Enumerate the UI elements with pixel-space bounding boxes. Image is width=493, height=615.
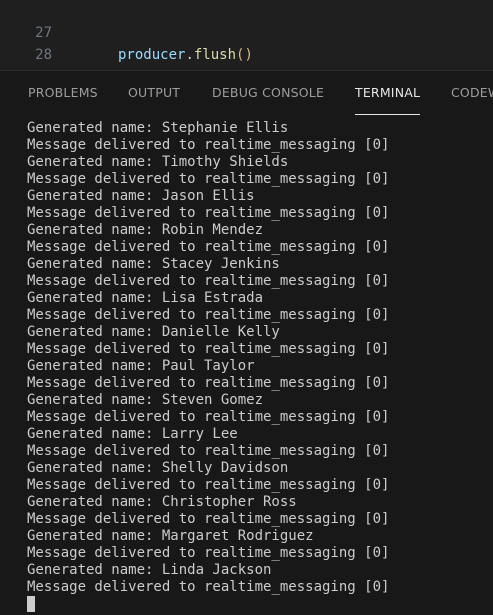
terminal-line: Generated name: Jason Ellis [27,188,255,204]
terminal-line: Generated name: Christopher Ross [27,494,297,510]
code-editor[interactable]: 27 producer.flush() 28 time.sleep(1) [0,0,493,85]
terminal-line: Generated name: Danielle Kelly [27,324,280,340]
code-line[interactable]: 27 producer.flush() [0,0,493,63]
terminal-line: Generated name: Robin Mendez [27,222,264,238]
terminal-line: Generated name: Stephanie Ellis [27,120,289,136]
terminal-line: Generated name: Shelly Davidson [27,460,289,476]
terminal-line: Generated name: Stacey Jenkins [27,256,280,272]
terminal-line: Message delivered to realtime_messaging … [27,239,390,255]
terminal-line: Message delivered to realtime_messaging … [27,205,390,221]
tab-debug-console[interactable]: DEBUG CONSOLE [212,85,324,115]
terminal-output[interactable]: Generated name: Stephanie Ellis Message … [27,120,493,613]
terminal-line: Generated name: Steven Gomez [27,392,264,408]
terminal-line: Message delivered to realtime_messaging … [27,477,390,493]
terminal-line: Message delivered to realtime_messaging … [27,341,390,357]
code-text[interactable]: producer.flush() [118,44,253,66]
terminal-line: Generated name: Larry Lee [27,426,238,442]
terminal-line: Message delivered to realtime_messaging … [27,545,390,561]
terminal-line: Message delivered to realtime_messaging … [27,307,390,323]
code-line[interactable]: 28 time.sleep(1) [0,22,493,85]
terminal-line: Message delivered to realtime_messaging … [27,409,390,425]
terminal-line: Generated name: Timothy Shields [27,154,289,170]
terminal-line: Message delivered to realtime_messaging … [27,137,390,153]
line-number: 28 [35,47,52,63]
terminal-line: Message delivered to realtime_messaging … [27,375,390,391]
terminal-line: Generated name: Linda Jackson [27,562,272,578]
terminal-line: Message delivered to realtime_messaging … [27,443,390,459]
panel-tab-bar: PROBLEMS OUTPUT DEBUG CONSOLE TERMINAL C… [0,71,493,115]
tab-terminal[interactable]: TERMINAL [355,85,421,115]
bottom-panel: PROBLEMS OUTPUT DEBUG CONSOLE TERMINAL C… [0,71,493,615]
tab-problems[interactable]: PROBLEMS [28,85,98,115]
terminal-cursor [27,596,35,612]
terminal-line: Message delivered to realtime_messaging … [27,579,390,595]
terminal-line: Generated name: Margaret Rodriguez [27,528,314,544]
tab-codewhisperer[interactable]: CODEWHISPERER [451,85,493,115]
terminal-line: Generated name: Paul Taylor [27,358,255,374]
terminal-line: Message delivered to realtime_messaging … [27,171,390,187]
terminal-line: Message delivered to realtime_messaging … [27,511,390,527]
terminal-line: Generated name: Lisa Estrada [27,290,264,306]
tab-output[interactable]: OUTPUT [128,85,180,115]
terminal-prompt-line[interactable] [27,596,493,613]
terminal-line: Message delivered to realtime_messaging … [27,273,390,289]
